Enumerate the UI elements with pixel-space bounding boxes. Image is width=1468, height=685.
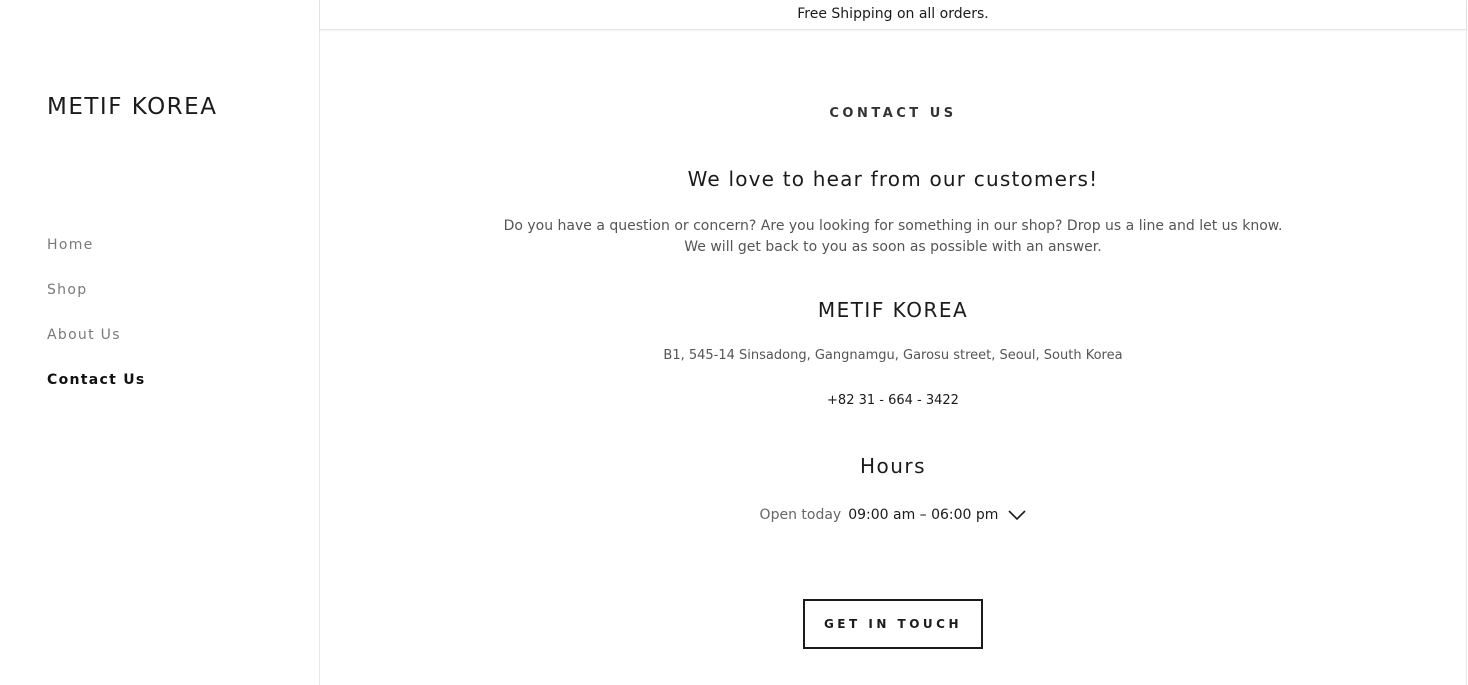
nav-item-shop[interactable]: Shop: [47, 281, 146, 326]
section-eyebrow: CONTACT US: [829, 106, 957, 121]
hours-heading: Hours: [859, 454, 927, 478]
sidebar: METIF KOREA Home Shop About Us Contact U…: [0, 0, 320, 685]
nav-item-about-us[interactable]: About Us: [47, 326, 146, 371]
get-in-touch-button[interactable]: GET IN TOUCH: [803, 599, 983, 649]
announcement-banner: Free Shipping on all orders.: [320, 0, 1466, 30]
description-line-1: Do you have a question or concern? Are y…: [503, 218, 1283, 234]
chevron-down-icon[interactable]: [1008, 509, 1027, 521]
description-line-2: We will get back to you as soon as possi…: [684, 239, 1102, 255]
brand-logo-text[interactable]: METIF KOREA: [47, 94, 217, 120]
section-headline: We love to hear from our customers!: [687, 167, 1099, 191]
hours-today-row[interactable]: Open today 09:00 am – 06:00 pm: [320, 507, 1466, 523]
nav-item-contact-us[interactable]: Contact Us: [47, 371, 146, 416]
open-today-label: Open today: [759, 507, 842, 523]
sidebar-nav: Home Shop About Us Contact Us: [47, 236, 146, 416]
business-name: METIF KOREA: [817, 298, 969, 322]
phone-link[interactable]: +82 31 - 664 - 3422: [320, 393, 1466, 408]
main-content: Free Shipping on all orders. CONTACT US …: [320, 0, 1467, 685]
nav-item-home[interactable]: Home: [47, 236, 146, 281]
section-description: Do you have a question or concern? Are y…: [320, 216, 1466, 258]
open-today-hours: 09:00 am – 06:00 pm: [848, 507, 999, 523]
business-address: B1, 545-14 Sinsadong, Gangnamgu, Garosu …: [663, 348, 1123, 363]
